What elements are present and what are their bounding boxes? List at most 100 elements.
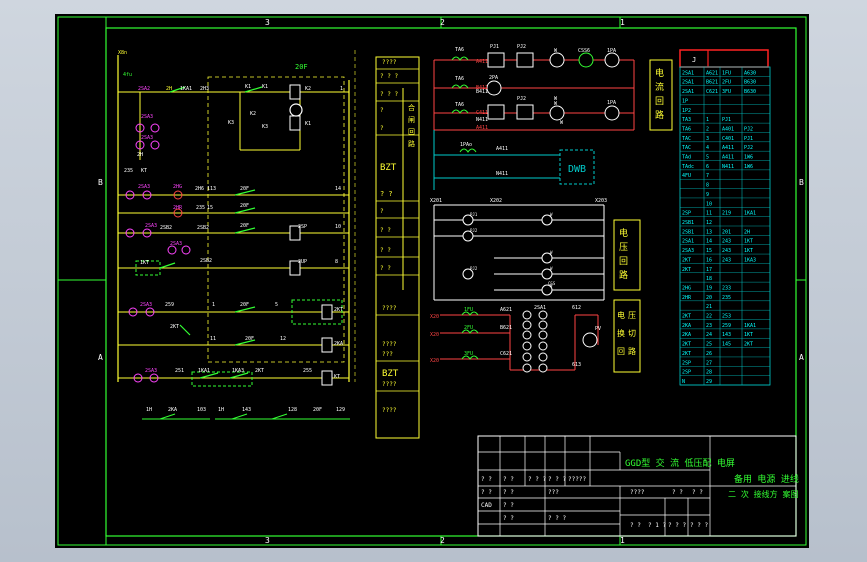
mid-table-row: BZT (382, 369, 399, 379)
measure-label: B411 (476, 89, 488, 95)
terminal-cell: 28 (706, 370, 712, 376)
current-box-label: 电 (655, 67, 664, 79)
title-block-cell: ? ? (503, 489, 514, 496)
terminal-cell: TAC (682, 145, 691, 151)
circuit-label: 2SA3 (145, 368, 157, 374)
vt-label: 1FU (464, 307, 473, 313)
mid-table-row: ? ? (380, 227, 391, 234)
title-block-cell: ? ? ? (548, 515, 566, 522)
circuit-label: 11 (210, 336, 216, 342)
subtitle-text: 备用 电源 进线 (734, 473, 799, 485)
terminal-cell: 219 (722, 211, 731, 217)
terminal-cell: 13 (706, 229, 712, 235)
terminal-cell: 259 (722, 323, 731, 329)
terminal-cell: 3FU (722, 89, 731, 95)
terminal-cell: B621 (706, 80, 718, 86)
mid-table-row: ???? (382, 407, 397, 414)
title-block-cell: ? ? (503, 515, 514, 522)
label-k1c: K1 (305, 121, 311, 127)
terminal-cell: 1W6 (744, 164, 753, 170)
terminal-cell: 10 (706, 201, 712, 207)
voltage-box-label: 压 (619, 242, 628, 253)
terminal-cell: A621 (706, 70, 718, 76)
title-block-cell: ? 1 ? (648, 522, 666, 529)
terminal-cell: A630 (744, 70, 756, 76)
terminal-cell: 2SA1 (682, 80, 694, 86)
terminal-cell: 253 (722, 314, 731, 320)
terminal-cell: 9 (706, 192, 709, 198)
mid-table-row: ???? (382, 59, 397, 66)
circuit-label: 20F (240, 186, 249, 192)
measure-label: DWB (568, 164, 586, 175)
title-block-cell: ? ? (503, 502, 514, 509)
cad-drawing-canvas: 3 2 1 3 2 1 B A B A X8n 4fu 2SA2 2H 1KA1… (55, 14, 809, 548)
terminal-cell: TAdc (682, 164, 694, 170)
measure-label: TA6 (455, 47, 464, 53)
circuit-label: KT (334, 374, 340, 380)
mid-table-row: ? ? ? (380, 91, 398, 98)
circuit-label: 2SA3 (145, 223, 157, 229)
terminal-cell: PJ2 (744, 126, 753, 132)
measure-label: X202 (490, 198, 502, 204)
zone-left-a: A (98, 353, 103, 362)
terminal-cell: 1FU (722, 70, 731, 76)
circuit-label: 2SA3 (141, 135, 153, 141)
label-4fu: 4fu (123, 72, 132, 78)
voltage-change-box-label: 换 (617, 328, 625, 338)
zone-left-b: B (98, 178, 103, 187)
terminal-cell: 2SP (682, 211, 691, 217)
circuit-label: 2SA3 (170, 241, 182, 247)
meter-label: PJ1 (470, 212, 478, 217)
terminal-cell: 19 (706, 285, 712, 291)
subtitle-text-2: 二 次 接线方 案图 (728, 489, 798, 499)
label-x8n: X8n (118, 50, 127, 56)
vt-label: X20 (430, 314, 439, 320)
mid-table-row: ???? (382, 341, 397, 348)
terminal-cell: 143 (722, 332, 731, 338)
terminal-cell: 1KT (744, 248, 753, 254)
terminal-cell: PJ2 (744, 145, 753, 151)
terminal-cell: 1W6 (744, 155, 753, 161)
mid-side-label: 回 (408, 128, 415, 136)
terminal-cell: PJ1 (722, 117, 731, 123)
title-block-cell: ??? (548, 489, 559, 496)
circuit-label: 10 (335, 224, 341, 230)
circuit-label: 251 (175, 368, 184, 374)
vt-label: 2FU (464, 325, 473, 331)
terminal-cell: 1KA3 (744, 257, 756, 263)
bottom-label-1h2: 1H (218, 407, 224, 413)
circuit-label: 14 (335, 186, 341, 192)
terminal-cell: 2KA (682, 323, 691, 329)
bottom-label-143: 143 (242, 407, 251, 413)
measure-label: A411 (496, 146, 508, 152)
measure-label: PJ2 (517, 96, 526, 102)
terminal-cell: 1KA1 (744, 211, 756, 217)
title-block-cell: ? ? ? (690, 522, 708, 529)
bottom-label-2ka: 2KA (168, 407, 177, 413)
label-k1b: K1 (262, 84, 268, 90)
terminal-cell: 2KT (744, 342, 753, 348)
label-k3: K3 (228, 120, 234, 126)
mid-table-row: ? (380, 125, 384, 132)
terminal-cell: 3 (706, 136, 709, 142)
terminal-cell: A411 (722, 145, 734, 151)
mid-table-row: ? ? (380, 247, 391, 254)
circuit-label: 20F (240, 302, 249, 308)
circuit-label: 1KT (140, 260, 149, 266)
terminal-cell: N (682, 379, 685, 385)
title-block-cell: ? ? ? (668, 522, 686, 529)
measure-label: X201 (430, 198, 442, 204)
bottom-label-20f: 20F (313, 407, 322, 413)
terminal-cell: 29 (706, 379, 712, 385)
meter-label: PJ2 (470, 228, 478, 233)
terminal-cell: 2KA (682, 332, 691, 338)
terminal-cell: 2KT (682, 342, 691, 348)
zone-right-b: B (799, 178, 804, 187)
measure-label: N411 (476, 117, 488, 123)
measure-label: TA6 (455, 102, 464, 108)
measure-label: 1PA (607, 100, 616, 106)
terminal-cell: 2SA1 (682, 89, 694, 95)
title-block-cell: ? ? (672, 489, 683, 496)
measure-label: PJ1 (490, 44, 499, 50)
voltage-box-label: 电 (619, 227, 628, 239)
